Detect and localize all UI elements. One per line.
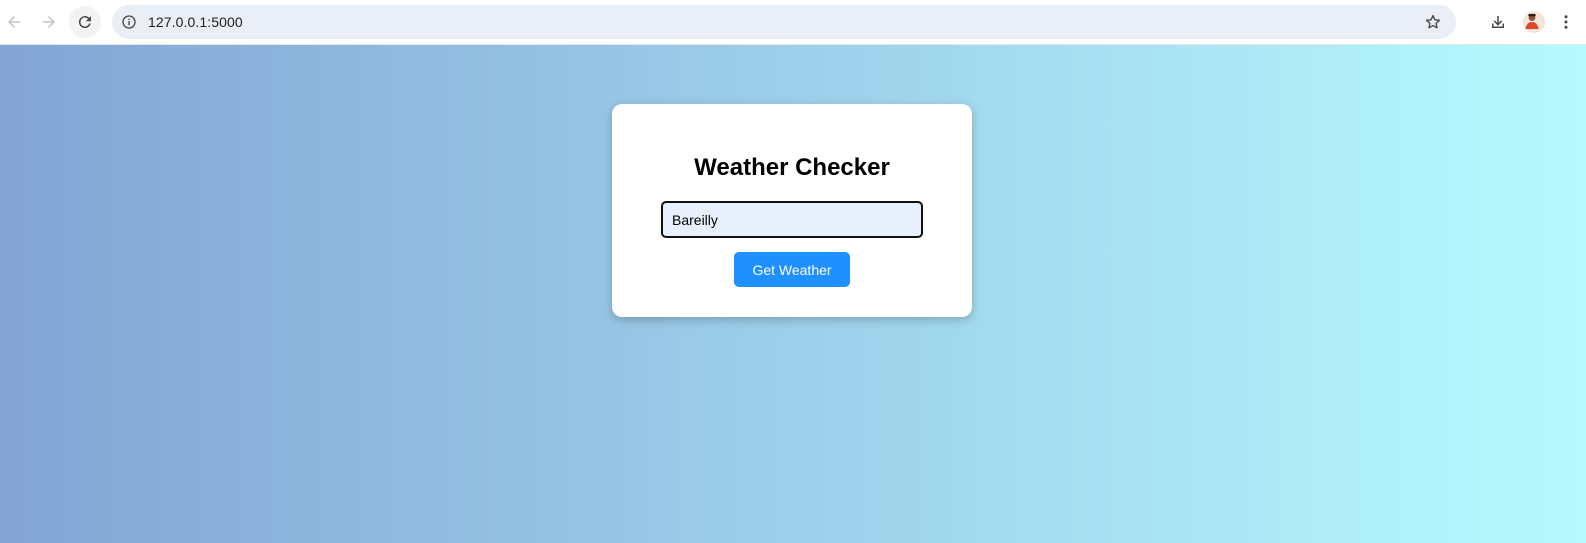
- arrow-left-icon: [8, 16, 20, 28]
- weather-card: Weather Checker Get Weather: [612, 104, 972, 317]
- browser-toolbar: 127.0.0.1:5000: [0, 0, 1586, 45]
- address-bar[interactable]: 127.0.0.1:5000: [112, 5, 1456, 39]
- bookmark-star-icon[interactable]: [1423, 12, 1443, 32]
- download-icon: [1492, 16, 1504, 28]
- back-button[interactable]: [0, 6, 30, 38]
- site-info-icon[interactable]: [119, 12, 139, 32]
- url-text[interactable]: 127.0.0.1:5000: [148, 14, 243, 30]
- arrow-right-icon: [43, 16, 55, 28]
- reload-button[interactable]: [69, 6, 101, 38]
- profile-button[interactable]: [1518, 6, 1550, 38]
- downloads-button[interactable]: [1482, 6, 1514, 38]
- page-background: Weather Checker Get Weather: [0, 45, 1586, 543]
- avatar: [1523, 11, 1545, 33]
- forward-button[interactable]: [33, 6, 65, 38]
- page-title: Weather Checker: [694, 154, 890, 181]
- city-input[interactable]: [661, 201, 923, 238]
- get-weather-button[interactable]: Get Weather: [734, 252, 850, 287]
- reload-icon: [78, 16, 91, 29]
- browser-menu-button[interactable]: [1553, 6, 1579, 38]
- more-vertical-icon: [1564, 15, 1568, 29]
